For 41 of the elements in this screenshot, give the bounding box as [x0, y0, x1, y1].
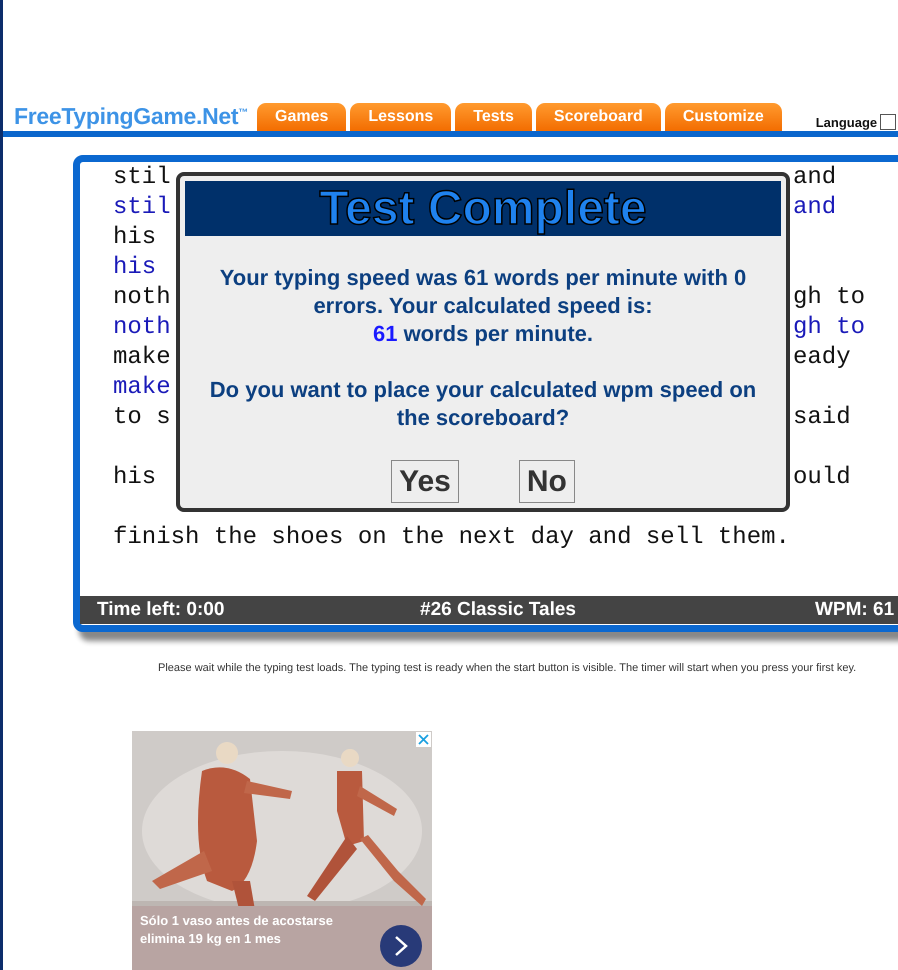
time-left: Time left: 0:00 [97, 599, 224, 620]
chevron-right-icon [394, 935, 408, 957]
typing-text: make [113, 374, 171, 401]
typing-text: his [113, 464, 156, 491]
nav-tab[interactable]: Games [257, 103, 346, 131]
notice-text: Please wait while the typing test loads. The typing test is ready when the start button is visible. The timer will start when you press your first key. [157, 662, 858, 674]
nav-tab[interactable]: Tests [455, 103, 532, 131]
speed-unit: words per minute. [404, 321, 594, 346]
site-logo[interactable]: FreeTypingGame.Net$^{™}$ [0, 102, 257, 130]
typing-text: stil [113, 194, 171, 221]
typing-text: his [113, 224, 156, 251]
calculated-speed: 61 [372, 321, 398, 346]
nav-tab[interactable]: Customize [664, 103, 782, 131]
typing-text: and [793, 193, 836, 223]
typing-text: make [113, 344, 171, 371]
ad-banner[interactable]: Sólo 1 vaso antes de acostarse elimina 19 kg en 1 mes [132, 731, 432, 970]
test-title: #26 Classic Tales [420, 599, 576, 620]
typing-text: gh to [793, 283, 866, 313]
wpm-readout: WPM: 61 [815, 599, 894, 621]
typing-text: ould [793, 463, 851, 493]
nav-tab[interactable]: Scoreboard [536, 103, 661, 131]
typing-text: stil [113, 164, 171, 191]
typing-text: said [793, 403, 851, 433]
typing-text: gh to [793, 313, 866, 343]
result-message: Your typing speed was 61 words per minute with 0 errors. Your calculated speed is: [218, 264, 748, 320]
nav-tab[interactable]: Lessons [350, 103, 452, 131]
typing-text: noth [113, 314, 171, 341]
typing-text: eady [793, 343, 851, 373]
language-label: Language [816, 114, 878, 130]
typing-text: his [113, 254, 156, 281]
scoreboard-question: Do you want to place your calculated wpm speed on the scoreboard? [208, 376, 758, 432]
typing-text: and [793, 163, 836, 193]
typing-text: finish the shoes on the next day and sell them. [113, 524, 790, 551]
typing-text: noth [113, 284, 171, 311]
dialog-button[interactable]: No [518, 460, 575, 503]
typing-text: to s [113, 404, 171, 431]
dialog-title: Test Complete [185, 181, 781, 236]
language-select[interactable] [880, 114, 896, 130]
ad-caption: Sólo 1 vaso antes de acostarse elimina 19 kg en 1 mes [140, 912, 334, 948]
dialog-button[interactable]: Yes [391, 460, 459, 503]
close-icon[interactable] [416, 732, 431, 747]
